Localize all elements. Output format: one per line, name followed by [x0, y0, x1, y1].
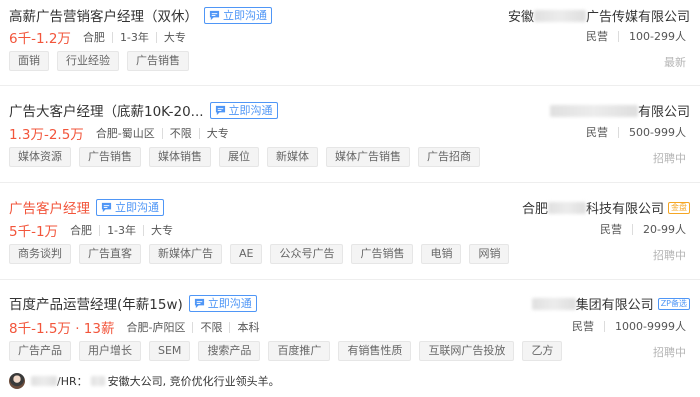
company-type: 民营 [572, 320, 595, 333]
chat-label: 立即沟通 [207, 296, 252, 310]
chat-button[interactable]: 立即沟通 [96, 198, 164, 216]
skill-tag: 媒体广告销售 [326, 147, 410, 167]
experience: 1-3年 [111, 31, 156, 43]
job-status: 招聘中 [653, 346, 686, 359]
skill-tag: 百度推广 [268, 341, 331, 361]
education: 本科 [229, 321, 266, 333]
skill-tag: 有销售性质 [338, 341, 412, 361]
company-name-prefix: 安徽 [507, 10, 534, 25]
job-card[interactable]: 广告大客户经理（底薪10K-20... 立即沟通 1.3万-2.5万 合肥-蜀山… [0, 86, 700, 182]
company-name-prefix: 合肥 [521, 202, 548, 217]
skill-tag: 广告产品 [9, 341, 71, 361]
skill-tag: 商务谈判 [9, 244, 71, 264]
hr-label: /HR： [57, 375, 88, 388]
redacted-text [549, 104, 638, 117]
skill-tag: 广告直客 [79, 244, 141, 264]
chat-label: 立即沟通 [115, 200, 159, 214]
skill-tag: 新媒体广告 [149, 244, 222, 264]
job-status: 招聘中 [653, 249, 686, 262]
skill-tag: 展位 [219, 147, 259, 167]
experience: 不限 [192, 321, 229, 333]
company-type: 民营 [600, 223, 623, 236]
chat-button[interactable]: 立即沟通 [209, 101, 278, 119]
chat-icon [209, 10, 220, 20]
education: 大专 [155, 31, 193, 43]
company-badge: 金盘 [668, 201, 690, 214]
company-name-suffix: 科技有限公司 [585, 202, 664, 217]
skill-tag: 媒体资源 [9, 147, 71, 167]
skill-tag: 公众号广告 [270, 244, 344, 264]
skill-tag: 媒体销售 [149, 147, 211, 167]
redacted-text [533, 9, 586, 22]
company-type: 民营 [586, 126, 609, 139]
skill-tag: 广告招商 [418, 147, 480, 167]
redacted-text [90, 376, 105, 386]
skill-tag: SEM [149, 341, 191, 361]
skill-tag: 行业经验 [57, 51, 119, 71]
location: 合肥 [70, 223, 93, 237]
company-name-suffix: 广告传媒有限公司 [585, 10, 690, 25]
skill-tag: 乙方 [522, 341, 563, 361]
skill-tag: 搜索产品 [198, 341, 261, 361]
skill-tag: 面销 [9, 51, 49, 71]
skill-tag: 用户增长 [79, 341, 141, 361]
skill-tag: 新媒体 [267, 147, 318, 167]
chat-icon [215, 105, 225, 115]
company-name-suffix: 集团有限公司 [575, 298, 654, 313]
skill-tag: AE [230, 244, 263, 264]
company-size: 20-99人 [632, 223, 686, 235]
education: 大专 [198, 127, 236, 139]
chat-label: 立即沟通 [228, 103, 273, 117]
job-card[interactable]: 百度产品运营经理(年薪15w) 立即沟通 8千-1.5万 · 13薪 合肥-庐阳… [0, 280, 700, 368]
job-status: 最新 [664, 56, 686, 69]
chat-button[interactable]: 立即沟通 [188, 294, 257, 312]
job-card[interactable]: 高薪广告营销客户经理（双休） 立即沟通 6千-1.2万 合肥 1-3年 大专 面… [0, 0, 700, 85]
hr-info[interactable]: /HR： 安徽大公司, 竞价优化行业领头羊。 [9, 373, 280, 389]
salary: 8千-1.5万 · 13薪 [9, 321, 115, 337]
company-size: 100-299人 [618, 30, 686, 42]
skill-tag: 电销 [421, 244, 462, 264]
skill-tag: 广告销售 [127, 51, 189, 71]
company-size: 500-999人 [618, 126, 686, 138]
location: 合肥-庐阳区 [126, 320, 186, 334]
redacted-text [31, 376, 57, 386]
job-status: 招聘中 [653, 152, 686, 165]
company-name[interactable]: 安徽 广告传媒有限公司 [508, 6, 690, 25]
job-title[interactable]: 广告客户经理 [9, 197, 90, 217]
company-name-suffix: 有限公司 [637, 105, 690, 120]
redacted-text [547, 201, 586, 214]
chat-label: 立即沟通 [223, 8, 267, 22]
chat-button[interactable]: 立即沟通 [204, 6, 272, 24]
company-name[interactable]: 集团有限公司 ZP备选 [531, 294, 690, 313]
salary: 6千-1.2万 [9, 31, 71, 47]
experience: 1-3年 [99, 224, 143, 236]
location: 合肥 [82, 30, 105, 44]
skill-tag: 网销 [469, 244, 510, 264]
company-name[interactable]: 有限公司 [549, 101, 690, 120]
avatar [9, 373, 25, 389]
skill-tag: 互联网广告投放 [419, 341, 515, 361]
chat-icon [101, 202, 112, 212]
job-title[interactable]: 百度产品运营经理(年薪15w) [9, 293, 183, 313]
job-title[interactable]: 高薪广告营销客户经理（双休） [9, 5, 198, 25]
chat-icon [194, 298, 204, 308]
salary: 5千-1万 [9, 224, 59, 240]
skill-tag: 广告销售 [351, 244, 414, 264]
location: 合肥-蜀山区 [95, 126, 155, 140]
skill-tag: 广告销售 [79, 147, 141, 167]
redacted-text [531, 297, 576, 310]
company-name[interactable]: 合肥 科技有限公司 金盘 [522, 198, 690, 217]
job-card[interactable]: 广告客户经理 立即沟通 5千-1万 合肥 1-3年 大专 商务谈判 广告直客 新… [0, 183, 700, 279]
company-size: 1000-9999人 [604, 320, 686, 332]
job-title[interactable]: 广告大客户经理（底薪10K-20... [9, 100, 204, 120]
hr-text: 安徽大公司, 竞价优化行业领头羊。 [107, 375, 280, 388]
experience: 不限 [161, 127, 199, 139]
company-type: 民营 [586, 30, 609, 43]
salary: 1.3万-2.5万 [9, 127, 84, 143]
company-badge: ZP备选 [657, 297, 690, 310]
education: 大专 [143, 224, 180, 236]
